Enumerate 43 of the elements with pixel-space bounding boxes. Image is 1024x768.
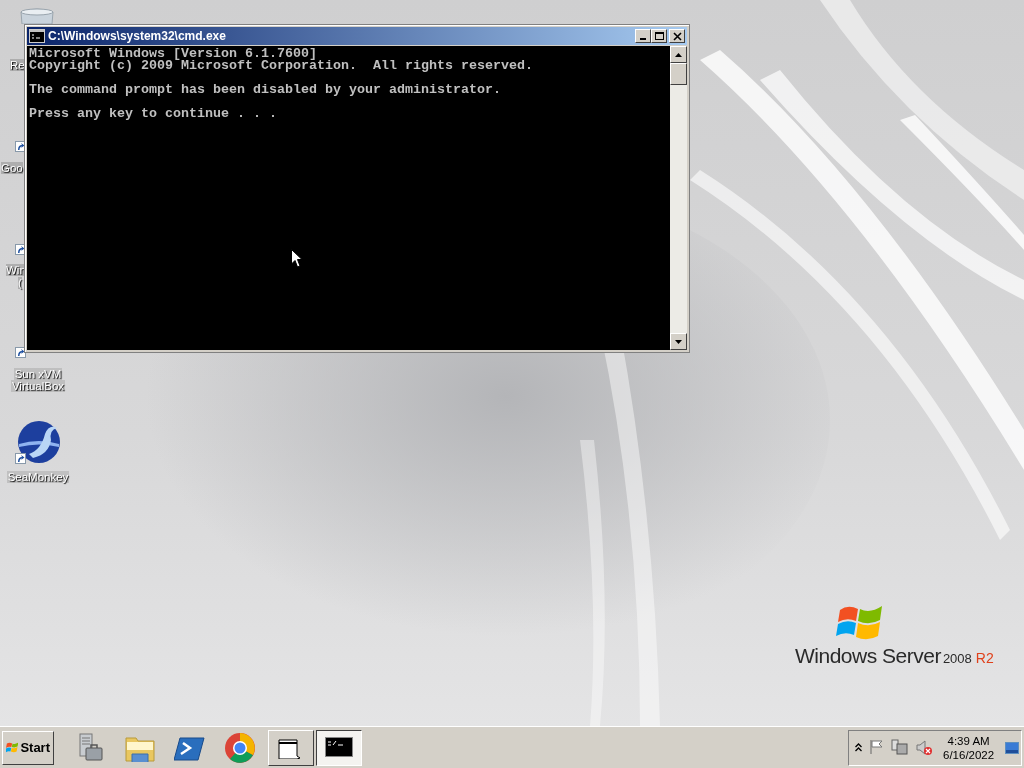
down-arrow-icon [675,339,682,344]
flag-icon[interactable] [869,739,885,756]
speaker-muted-icon[interactable] [915,739,933,756]
logo-edition: R2 [975,649,994,668]
double-caret-icon [855,743,862,752]
scrollbar[interactable] [670,46,687,350]
show-hidden-icons-button[interactable] [855,741,863,754]
close-icon [672,31,682,41]
logo-version: 2008 [942,650,972,668]
scroll-up-button[interactable] [670,46,687,63]
console-line: Press any key to continue . . . [29,108,277,120]
minimize-icon [640,37,646,40]
minimize-button[interactable] [635,29,651,43]
up-arrow-icon [675,52,682,57]
taskbar-button[interactable] [316,729,362,766]
console-icon [325,736,353,759]
maximize-button[interactable] [651,29,667,43]
console-line: The command prompt has been disabled by your administrator. [29,84,501,96]
mouse-cursor-icon [291,249,303,268]
console-line: Microsoft Windows [Version 6.1.7600] [29,48,317,60]
start-button[interactable]: Start [2,730,54,765]
window-title: C:\Windows\system32\cmd.exe [48,28,227,45]
icon-label[interactable]: SeaMonkey [6,471,70,483]
clock-date[interactable]: 6/16/2022 [943,747,995,762]
icon-label[interactable]: Re [10,59,25,71]
browser-icon [224,731,256,764]
logo-text: Windows Server [795,643,941,669]
icon-label[interactable]: ( [18,277,22,289]
icon-label[interactable]: VirtualBox [10,380,66,392]
close-button[interactable] [669,29,685,43]
scroll-down-button[interactable] [670,333,687,350]
maximize-icon [654,32,664,40]
bird-globe-icon [15,420,61,466]
clock-time[interactable]: 4:39 AM [947,733,990,748]
show-desktop-icon[interactable] [1005,741,1019,754]
windows-flag-icon [6,741,19,754]
network-icon[interactable] [891,739,909,756]
taskbar-pin[interactable] [224,731,256,764]
recycle-bin-icon [19,8,55,24]
console-line: Copyright (c) 2009 Microsoft Corporation. All rights reserved. [29,60,533,72]
console-icon [29,29,45,43]
scroll-thumb[interactable] [670,63,687,85]
icon-label[interactable]: Goo [1,162,23,174]
